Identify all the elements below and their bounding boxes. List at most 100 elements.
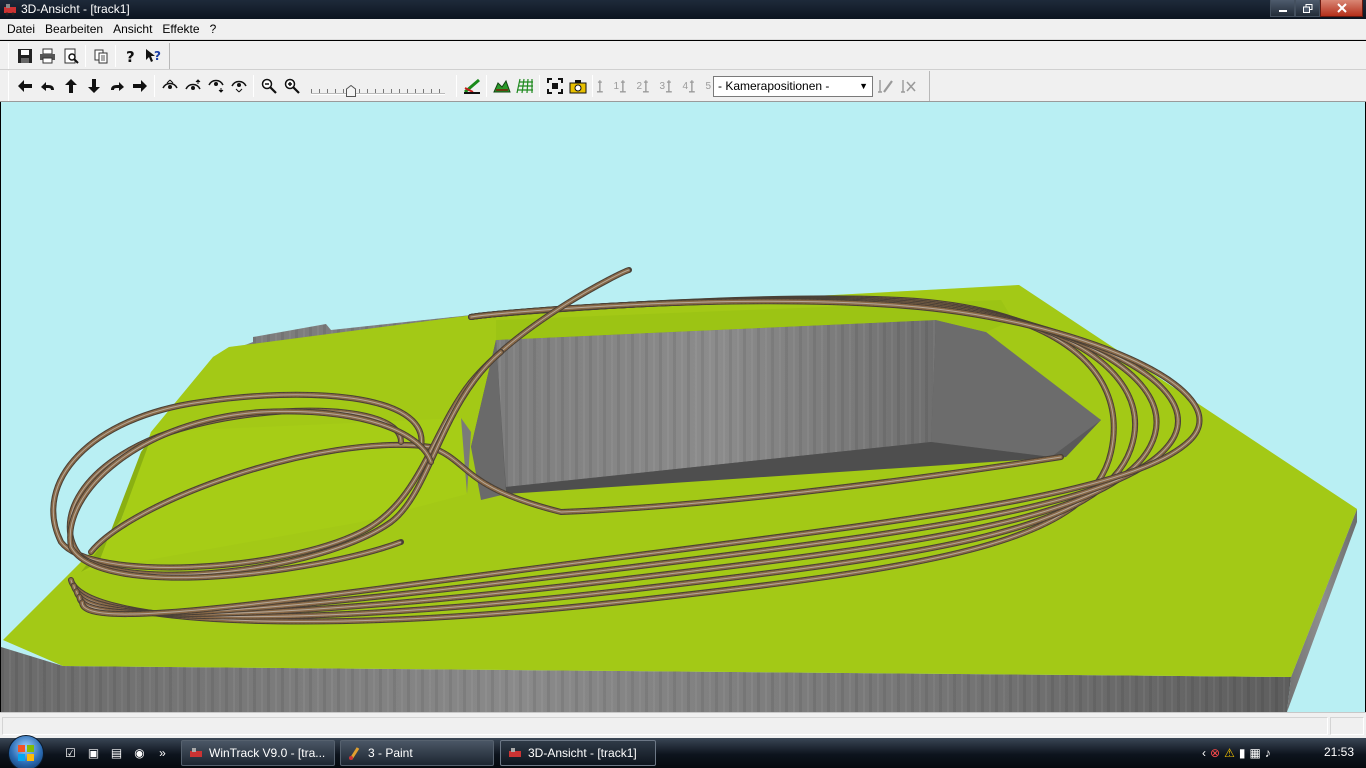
camera-position-5-label: 5 — [705, 80, 711, 92]
menu-bearbeiten[interactable]: Bearbeiten — [40, 19, 108, 39]
eye-tilt-down-icon — [230, 80, 247, 93]
menu-ansicht[interactable]: Ansicht — [108, 19, 157, 39]
save-icon — [17, 49, 32, 63]
start-button[interactable] — [8, 735, 44, 768]
tilt-up-button[interactable] — [158, 75, 181, 97]
3d-scene[interactable] — [1, 102, 1365, 712]
quick-launch-overflow-icon[interactable]: » — [154, 744, 171, 761]
minimize-button[interactable] — [1270, 0, 1295, 17]
window-controls — [1270, 0, 1363, 17]
network-icon[interactable]: ▦ — [1249, 746, 1260, 760]
delete-camera-position-button[interactable] — [896, 75, 919, 97]
save-camera-position-button[interactable] — [873, 75, 896, 97]
move-down-button[interactable] — [82, 75, 105, 97]
status-bar — [0, 712, 1366, 738]
move-left-button[interactable] — [13, 75, 36, 97]
camera-delete-icon — [900, 80, 916, 93]
help-button[interactable]: ? — [119, 45, 142, 67]
separator — [115, 45, 116, 67]
zoom-out-button[interactable] — [257, 75, 280, 97]
camera-positions-select[interactable]: - Kamerapositionen - ▼ — [713, 75, 873, 97]
chrome-icon[interactable]: ◉ — [131, 744, 148, 761]
separator — [456, 75, 457, 97]
chevron-down-icon[interactable]: ▼ — [859, 81, 868, 91]
camera-position-2-button[interactable]: 2 — [619, 75, 642, 97]
copy-icon — [94, 49, 107, 64]
move-right-button[interactable] — [128, 75, 151, 97]
battery-icon[interactable]: ▮ — [1239, 746, 1246, 760]
show-desktop-icon[interactable]: ☑ — [62, 744, 79, 761]
camera-position-3-button[interactable]: 3 — [642, 75, 665, 97]
arrow-right-icon — [132, 80, 147, 92]
windows-logo-icon — [18, 745, 34, 761]
clock[interactable]: 21:53 — [1324, 745, 1354, 759]
separator — [592, 75, 593, 97]
svg-text:?: ? — [154, 49, 161, 63]
rise-button[interactable] — [181, 75, 204, 97]
menu-effekte[interactable]: Effekte — [157, 19, 204, 39]
camera-position-1-button[interactable]: 1 — [596, 75, 619, 97]
zoom-in-button[interactable] — [280, 75, 303, 97]
eye-descend-icon — [207, 79, 224, 93]
copy-button[interactable] — [89, 45, 112, 67]
file-toolbar-group: ? ? — [8, 43, 170, 69]
minimize-icon — [1278, 10, 1287, 12]
camera-position-5-button[interactable]: 5 — [688, 75, 711, 97]
terrain-button[interactable] — [490, 75, 513, 97]
tray-expand-icon[interactable]: ‹ — [1202, 746, 1206, 760]
view-toolbar: 1 2 3 4 5 - Kamerapositionen - ▼ — [0, 70, 1366, 102]
move-up-button[interactable] — [59, 75, 82, 97]
standard-toolbar: ? ? — [0, 41, 1366, 70]
window-title: 3D-Ansicht - [track1] — [21, 2, 130, 16]
turn-right-button[interactable] — [105, 75, 128, 97]
3d-viewport[interactable] — [1, 102, 1365, 712]
monitor-icon[interactable]: ▣ — [85, 744, 102, 761]
restore-button[interactable] — [1295, 0, 1320, 17]
taskbar: ☑ ▣ ▤ ◉ » WinTrack V9.0 - [tra... 3 - Pa… — [0, 735, 1366, 768]
window-switch-icon[interactable]: ▤ — [108, 744, 125, 761]
camera-position-icon — [596, 80, 603, 93]
zoom-slider[interactable] — [311, 75, 445, 97]
save-button[interactable] — [13, 45, 36, 67]
task-label: WinTrack V9.0 - [tra... — [209, 746, 326, 760]
descend-button[interactable] — [204, 75, 227, 97]
arrow-down-icon — [87, 79, 100, 93]
arrow-up-icon — [64, 79, 77, 93]
wintrack-app-icon[interactable] — [3, 2, 17, 16]
zoom-slider-thumb[interactable] — [346, 85, 356, 97]
tilt-down-button[interactable] — [227, 75, 250, 97]
print-icon — [40, 48, 55, 64]
turn-right-icon — [110, 82, 124, 91]
screenshot-button[interactable] — [566, 75, 589, 97]
context-help-button[interactable]: ? — [142, 45, 165, 67]
system-tray: ‹ ⊗ ⚠ ▮ ▦ ♪ 21:53 — [1196, 738, 1366, 768]
warning-icon[interactable]: ⚠ — [1224, 746, 1235, 760]
task-wintrack[interactable]: WinTrack V9.0 - [tra... — [181, 740, 335, 766]
print-button[interactable] — [36, 45, 59, 67]
task-label: 3D-Ansicht - [track1] — [528, 746, 637, 760]
security-alert-icon[interactable]: ⊗ — [1210, 746, 1220, 760]
task-3d-ansicht[interactable]: 3D-Ansicht - [track1] — [500, 740, 656, 766]
fit-view-button[interactable] — [543, 75, 566, 97]
terrain-icon — [492, 79, 511, 93]
separator — [539, 75, 540, 97]
menu-help[interactable]: ? — [205, 19, 222, 39]
volume-icon[interactable]: ♪ — [1265, 746, 1271, 760]
grid-button[interactable] — [513, 75, 536, 97]
camera-position-icon — [688, 80, 695, 93]
help-icon: ? — [126, 48, 135, 64]
camera-position-4-button[interactable]: 4 — [665, 75, 688, 97]
menu-datei[interactable]: Datei — [2, 19, 40, 39]
track-color-button[interactable] — [460, 75, 483, 97]
turn-left-icon — [40, 82, 54, 91]
turn-left-button[interactable] — [36, 75, 59, 97]
title-bar: 3D-Ansicht - [track1] — [0, 0, 1366, 19]
separator — [85, 45, 86, 67]
menu-bar: Datei Bearbeiten Ansicht Effekte ? — [0, 19, 1366, 40]
print-preview-button[interactable] — [59, 45, 82, 67]
close-icon — [1336, 3, 1347, 13]
task-paint[interactable]: 3 - Paint — [340, 740, 494, 766]
close-button[interactable] — [1320, 0, 1363, 17]
track-pencil-icon — [463, 78, 480, 94]
grid-icon — [515, 78, 533, 94]
